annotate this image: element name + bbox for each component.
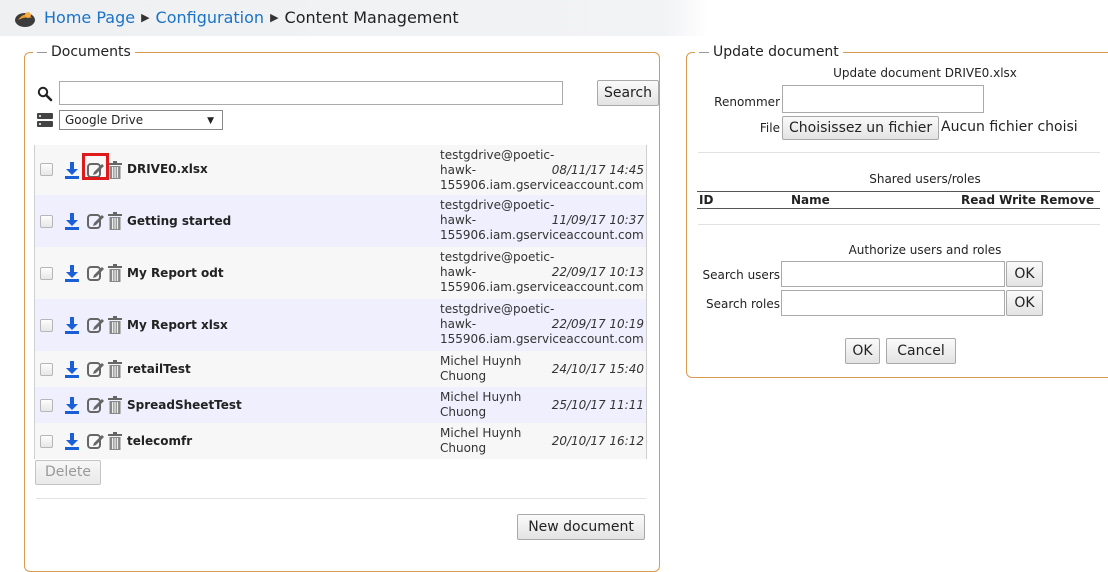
search-input[interactable]	[59, 81, 563, 105]
rename-label: Renommer	[714, 95, 780, 109]
document-name[interactable]: telecomfr	[127, 434, 192, 448]
search-roles-label: Search roles	[705, 297, 780, 311]
ok-button[interactable]: OK	[845, 338, 880, 364]
documents-table: DRIVE0.xlsx testgdrive@poetic- hawk- 155…	[34, 145, 647, 459]
table-row: Getting started testgdrive@poetic- hawk-…	[35, 195, 646, 247]
update-legend: Update document	[695, 43, 843, 61]
documents-legend: Documents	[33, 43, 135, 61]
edit-icon[interactable]	[86, 360, 104, 378]
app-logo-icon	[15, 12, 35, 27]
server-icon	[37, 113, 53, 127]
shared-users-table: ID Name Read Write Remove	[697, 191, 1100, 209]
row-checkbox[interactable]	[40, 215, 53, 228]
trash-icon[interactable]	[107, 396, 123, 414]
search-roles-ok-button[interactable]: OK	[1006, 290, 1043, 316]
document-date: 11/09/17 10:37	[551, 213, 644, 227]
download-icon[interactable]	[64, 432, 80, 450]
breadcrumb-separator-icon: ▶	[141, 11, 150, 24]
highlight-box	[82, 153, 109, 180]
download-icon[interactable]	[64, 360, 80, 378]
cancel-button[interactable]: Cancel	[886, 338, 956, 364]
table-row: My Report xlsx testgdrive@poetic- hawk- …	[35, 299, 646, 351]
download-icon[interactable]	[64, 161, 80, 179]
row-checkbox[interactable]	[40, 267, 53, 280]
breadcrumb-bar: Home Page ▶ Configuration ▶ Content Mana…	[0, 0, 1108, 36]
document-name[interactable]: My Report xlsx	[127, 318, 228, 332]
edit-icon[interactable]	[86, 316, 104, 334]
document-date: 24/10/17 15:40	[551, 362, 644, 376]
source-select-value: Google Drive	[65, 113, 144, 127]
column-name: Name	[789, 191, 959, 209]
new-document-button[interactable]: New document	[517, 514, 645, 540]
chevron-down-icon: ▼	[207, 116, 214, 126]
divider	[698, 224, 1100, 225]
document-name[interactable]: Getting started	[127, 214, 231, 228]
edit-icon[interactable]	[86, 212, 104, 230]
download-icon[interactable]	[64, 396, 80, 414]
download-icon[interactable]	[64, 212, 80, 230]
search-row: Search	[37, 80, 659, 108]
authorize-title: Authorize users and roles	[848, 243, 1002, 257]
delete-button[interactable]: Delete	[35, 460, 101, 485]
column-read: Read	[959, 191, 998, 209]
column-remove: Remove	[1038, 191, 1100, 209]
table-row: telecomfr Michel Huynh Chuong 20/10/17 1…	[35, 423, 646, 459]
search-users-label: Search users	[702, 268, 780, 282]
document-date: 22/09/17 10:13	[551, 265, 644, 279]
rename-input[interactable]	[782, 85, 984, 113]
table-row: retailTest Michel Huynh Chuong 24/10/17 …	[35, 351, 646, 387]
update-legend-text: Update document	[713, 44, 839, 60]
document-name[interactable]: My Report odt	[127, 266, 224, 280]
trash-icon[interactable]	[107, 432, 123, 450]
document-date: 08/11/17 14:45	[551, 163, 644, 177]
documents-legend-text: Documents	[51, 44, 131, 60]
table-row: My Report odt testgdrive@poetic- hawk- 1…	[35, 247, 646, 299]
row-checkbox[interactable]	[40, 399, 53, 412]
breadcrumb-current: Content Management	[284, 8, 459, 27]
edit-icon[interactable]	[86, 264, 104, 282]
column-write: Write	[997, 191, 1039, 209]
breadcrumb-home-link[interactable]: Home Page	[44, 8, 135, 28]
row-checkbox[interactable]	[40, 163, 53, 176]
divider	[36, 498, 646, 499]
trash-icon[interactable]	[107, 212, 123, 230]
search-roles-input[interactable]	[781, 290, 1005, 316]
column-id: ID	[697, 191, 789, 209]
breadcrumb: Home Page ▶ Configuration ▶ Content Mana…	[14, 8, 459, 28]
document-name[interactable]: retailTest	[127, 362, 191, 376]
breadcrumb-separator-icon: ▶	[270, 11, 279, 24]
edit-icon[interactable]	[86, 432, 104, 450]
shared-users-title: Shared users/roles	[869, 172, 981, 186]
document-name[interactable]: SpreadSheetTest	[127, 398, 242, 412]
file-status: Aucun fichier choisi	[941, 119, 1078, 135]
magnifier-icon	[37, 86, 53, 102]
choose-file-button[interactable]: Choisissez un fichier	[782, 116, 940, 140]
document-date: 22/09/17 10:19	[551, 317, 644, 331]
download-icon[interactable]	[64, 264, 80, 282]
search-button[interactable]: Search	[597, 80, 659, 106]
source-select[interactable]: Google Drive ▼	[59, 110, 223, 130]
table-row: DRIVE0.xlsx testgdrive@poetic- hawk- 155…	[35, 145, 646, 195]
table-row: SpreadSheetTest Michel Huynh Chuong 25/1…	[35, 387, 646, 423]
file-label: File	[759, 121, 780, 135]
search-users-ok-button[interactable]: OK	[1006, 261, 1043, 287]
download-icon[interactable]	[64, 316, 80, 334]
document-name[interactable]: DRIVE0.xlsx	[127, 162, 208, 176]
search-users-input[interactable]	[781, 261, 1005, 287]
update-title: Update document DRIVE0.xlsx	[833, 66, 1017, 80]
row-checkbox[interactable]	[40, 363, 53, 376]
document-date: 20/10/17 16:12	[551, 434, 644, 448]
trash-icon[interactable]	[107, 360, 123, 378]
document-date: 25/10/17 11:11	[551, 398, 644, 412]
divider	[698, 152, 1100, 153]
trash-icon[interactable]	[107, 161, 123, 179]
edit-icon[interactable]	[86, 396, 104, 414]
trash-icon[interactable]	[107, 264, 123, 282]
trash-icon[interactable]	[107, 316, 123, 334]
breadcrumb-configuration-link[interactable]: Configuration	[156, 8, 265, 28]
row-checkbox[interactable]	[40, 435, 53, 448]
row-checkbox[interactable]	[40, 319, 53, 332]
